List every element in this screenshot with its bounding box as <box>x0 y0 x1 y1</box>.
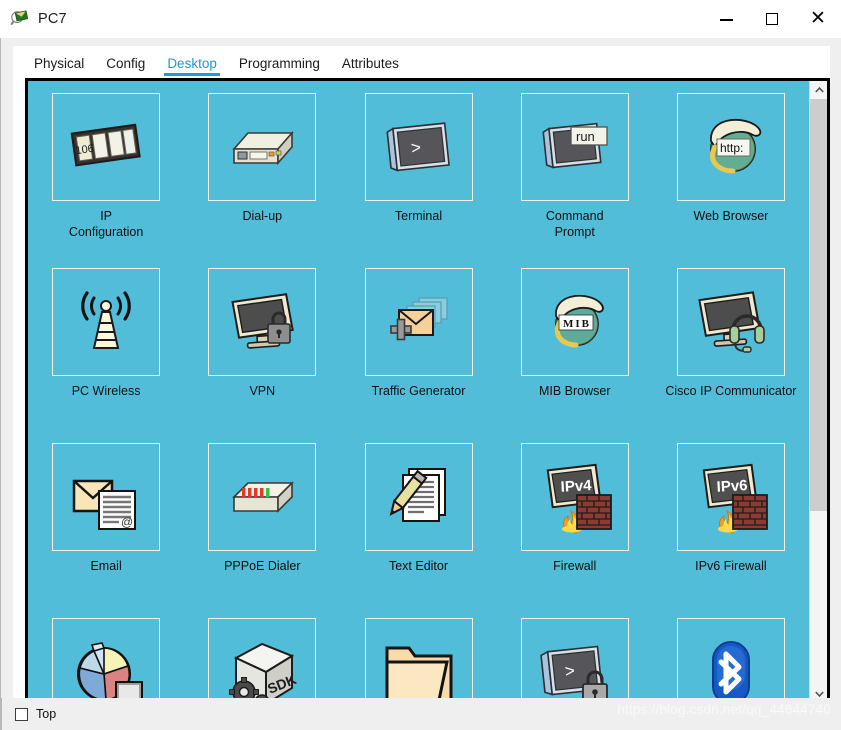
packet-tracer-icon <box>10 9 30 29</box>
desktop-scroll-area: 106 IP Configuration Dial-up > Terminal … <box>28 81 809 703</box>
svg-text:IPv6: IPv6 <box>716 477 748 496</box>
desktop-item-label: IPv6 Firewall <box>695 559 767 573</box>
folder-icon <box>364 618 473 703</box>
desktop-item-label: Email <box>90 559 122 573</box>
email-icon: @ <box>52 443 161 551</box>
tab-physical[interactable]: Physical <box>23 56 95 76</box>
svg-text:http:: http: <box>720 141 743 155</box>
desktop-item-label: Cisco IP Communicator <box>665 384 797 398</box>
icon-row: @ Email PPPoE Dialer Text Editor IPv4 Fi… <box>28 443 809 618</box>
pc-wireless-icon <box>52 268 161 376</box>
desktop-item-sdk[interactable]: SDK <box>184 618 340 703</box>
desktop-item-label: Command Prompt <box>545 209 604 239</box>
dial-up-icon <box>208 93 317 201</box>
traffic-generator-icon <box>364 268 473 376</box>
tab-desktop[interactable]: Desktop <box>156 56 228 76</box>
close-button[interactable]: ✕ <box>795 0 841 38</box>
icon-row: 106 IP Configuration Dial-up > Terminal … <box>28 93 809 268</box>
tab-active-underline <box>164 73 220 76</box>
desktop-item-terminal[interactable]: > Terminal <box>340 93 496 268</box>
tab-bar: Physical Config Desktop Programming Attr… <box>13 46 830 76</box>
desktop-item-label: PPPoE Dialer <box>224 559 301 573</box>
tab-attributes[interactable]: Attributes <box>331 56 410 76</box>
window-controls: ✕ <box>703 0 841 38</box>
maximize-button[interactable] <box>749 0 795 38</box>
vertical-scrollbar[interactable] <box>809 81 827 703</box>
desktop-item-label: PC Wireless <box>71 384 141 398</box>
text-editor-icon <box>364 443 473 551</box>
window-body: Physical Config Desktop Programming Attr… <box>0 38 841 730</box>
vpn-icon <box>208 268 317 376</box>
desktop-item-chart-monitor[interactable] <box>28 618 184 703</box>
scroll-up-arrow-icon[interactable] <box>810 81 827 99</box>
desktop-item-ip-configuration[interactable]: 106 IP Configuration <box>28 93 184 268</box>
tab-programming[interactable]: Programming <box>228 56 331 76</box>
top-checkbox-label: Top <box>36 707 57 721</box>
desktop-item-command-prompt[interactable]: run Command Prompt <box>497 93 653 268</box>
desktop-item-label: IP Configuration <box>68 209 144 239</box>
icon-row: PC Wireless VPN Traffic Generator MIB MI… <box>28 268 809 443</box>
desktop-item-email[interactable]: @ Email <box>28 443 184 618</box>
tab-attributes-label: Attributes <box>341 56 399 71</box>
bluetooth-icon <box>676 618 785 703</box>
web-browser-icon: http: <box>676 93 785 201</box>
desktop-item-secure-terminal[interactable]: > <box>497 618 653 703</box>
desktop-item-label: Traffic Generator <box>371 384 466 398</box>
desktop-item-traffic-generator[interactable]: Traffic Generator <box>340 268 496 443</box>
desktop-item-label: Text Editor <box>388 559 449 573</box>
terminal-icon: > <box>364 93 473 201</box>
firewall-icon: IPv4 <box>520 443 629 551</box>
desktop-icon-grid: 106 IP Configuration Dial-up > Terminal … <box>28 81 809 703</box>
top-checkbox[interactable] <box>15 707 28 721</box>
chart-monitor-icon <box>52 618 161 703</box>
tab-physical-label: Physical <box>34 56 85 71</box>
command-prompt-icon: run <box>520 93 629 201</box>
svg-text:run: run <box>576 129 595 144</box>
tab-desktop-label: Desktop <box>167 56 217 71</box>
desktop-item-label: Terminal <box>394 209 443 223</box>
svg-text:IPv4: IPv4 <box>560 477 592 496</box>
scrollbar-thumb[interactable] <box>810 99 827 511</box>
ip-configuration-icon: 106 <box>52 93 161 201</box>
desktop-item-bluetooth[interactable] <box>653 618 809 703</box>
tab-programming-label: Programming <box>238 56 320 71</box>
ip-config-number: 106 <box>75 143 95 157</box>
desktop-item-label: VPN <box>249 384 276 398</box>
desktop-item-web-browser[interactable]: http: Web Browser <box>653 93 809 268</box>
desktop-item-cisco-ip-communicator[interactable]: Cisco IP Communicator <box>653 268 809 443</box>
ipv6-firewall-icon: IPv6 <box>676 443 785 551</box>
desktop-item-label: Firewall <box>553 559 597 573</box>
minimize-button[interactable] <box>703 0 749 38</box>
desktop-item-text-editor[interactable]: Text Editor <box>340 443 496 618</box>
desktop-item-dial-up[interactable]: Dial-up <box>184 93 340 268</box>
desktop-item-pppoe-dialer[interactable]: PPPoE Dialer <box>184 443 340 618</box>
desktop-item-vpn[interactable]: VPN <box>184 268 340 443</box>
svg-text:@: @ <box>121 515 133 529</box>
desktop-item-label: Web Browser <box>693 209 769 223</box>
desktop-item-folder[interactable] <box>340 618 496 703</box>
window-title: PC7 <box>38 11 67 27</box>
desktop-item-pc-wireless[interactable]: PC Wireless <box>28 268 184 443</box>
close-icon: ✕ <box>810 8 826 29</box>
desktop-item-ipv6-firewall[interactable]: IPv6 IPv6 Firewall <box>653 443 809 618</box>
svg-text:>: > <box>564 661 576 681</box>
tab-config[interactable]: Config <box>95 56 156 76</box>
desktop-panel: 106 IP Configuration Dial-up > Terminal … <box>25 78 830 706</box>
desktop-item-label: MIB Browser <box>538 384 611 398</box>
desktop-item-label: Dial-up <box>242 209 283 223</box>
secure-terminal-icon: > <box>520 618 629 703</box>
desktop-item-mib-browser[interactable]: MIB MIB Browser <box>497 268 653 443</box>
sdk-icon: SDK <box>208 618 317 703</box>
pppoe-dialer-icon <box>208 443 317 551</box>
device-panel: Physical Config Desktop Programming Attr… <box>13 46 830 714</box>
desktop-item-firewall[interactable]: IPv4 Firewall <box>497 443 653 618</box>
cisco-ip-communicator-icon <box>676 268 785 376</box>
tab-config-label: Config <box>106 56 146 71</box>
status-bar: Top <box>1 698 841 730</box>
mib-browser-icon: MIB <box>520 268 629 376</box>
window-titlebar: PC7 ✕ <box>0 0 841 38</box>
icon-row: SDK > <box>28 618 809 703</box>
svg-text:MIB: MIB <box>563 318 591 330</box>
svg-text:>: > <box>410 138 422 158</box>
